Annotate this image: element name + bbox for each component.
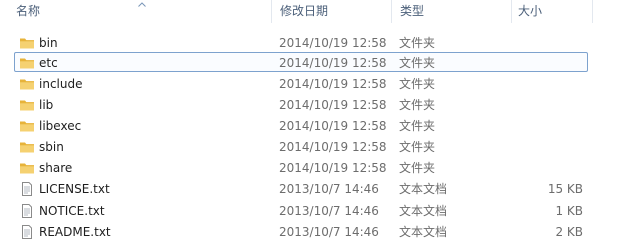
file-date: 2014/10/19 12:58 xyxy=(279,140,387,154)
file-date: 2013/10/7 14:46 xyxy=(279,225,379,239)
text-file-icon xyxy=(22,204,32,218)
file-name: include xyxy=(39,77,83,91)
file-name: README.txt xyxy=(39,225,111,239)
column-header-date[interactable]: 修改日期 xyxy=(280,0,328,23)
sort-ascending-icon xyxy=(138,2,146,7)
file-name: share xyxy=(39,161,73,175)
file-row[interactable]: LICENSE.txt 2013/10/7 14:46 文本文档 15 KB xyxy=(14,178,588,198)
column-header-name[interactable]: 名称 xyxy=(16,0,40,23)
file-type: 文本文档 xyxy=(399,204,448,218)
file-name: lib xyxy=(39,98,54,112)
column-header-type[interactable]: 类型 xyxy=(400,0,424,23)
folder-icon xyxy=(20,142,34,153)
file-date: 2014/10/19 12:58 xyxy=(279,119,387,133)
column-header-size[interactable]: 大小 xyxy=(518,0,542,23)
file-name: NOTICE.txt xyxy=(39,204,105,218)
file-date: 2014/10/19 12:58 xyxy=(279,77,387,91)
file-type: 文件夹 xyxy=(399,161,436,175)
file-name: etc xyxy=(39,56,58,70)
file-size: 2 KB xyxy=(555,225,583,239)
file-row[interactable]: include 2014/10/19 12:58 文件夹 xyxy=(14,73,588,93)
folder-icon xyxy=(20,38,34,49)
file-type: 文件夹 xyxy=(399,56,436,70)
file-type: 文本文档 xyxy=(399,182,448,196)
file-type: 文件夹 xyxy=(399,98,436,112)
column-divider[interactable] xyxy=(271,0,272,23)
file-type: 文件夹 xyxy=(399,140,436,154)
file-type: 文件夹 xyxy=(399,77,436,91)
text-file-icon xyxy=(22,225,32,239)
file-size: 1 KB xyxy=(555,204,583,218)
file-date: 2014/10/19 12:58 xyxy=(279,56,387,70)
file-type: 文件夹 xyxy=(399,36,436,50)
file-date: 2014/10/19 12:58 xyxy=(279,36,387,50)
file-row[interactable]: libexec 2014/10/19 12:58 文件夹 xyxy=(14,115,588,135)
file-row[interactable]: sbin 2014/10/19 12:58 文件夹 xyxy=(14,136,588,156)
column-divider[interactable] xyxy=(391,0,392,23)
file-row[interactable]: bin 2014/10/19 12:58 文件夹 xyxy=(14,32,588,52)
folder-icon xyxy=(20,79,34,90)
file-name: libexec xyxy=(39,119,82,133)
file-row[interactable]: NOTICE.txt 2013/10/7 14:46 文本文档 1 KB xyxy=(14,200,588,220)
file-date: 2014/10/19 12:58 xyxy=(279,98,387,112)
file-size: 15 KB xyxy=(547,182,583,196)
file-name: sbin xyxy=(39,140,64,154)
file-row[interactable]: etc 2014/10/19 12:58 文件夹 xyxy=(14,52,588,72)
file-date: 2013/10/7 14:46 xyxy=(279,182,379,196)
file-row[interactable]: lib 2014/10/19 12:58 文件夹 xyxy=(14,94,588,114)
folder-icon xyxy=(20,58,34,69)
file-name: LICENSE.txt xyxy=(39,182,110,196)
folder-icon xyxy=(20,163,34,174)
file-type: 文件夹 xyxy=(399,119,436,133)
column-header-bar: 名称 修改日期 类型 大小 xyxy=(0,0,638,23)
column-divider[interactable] xyxy=(511,0,512,23)
file-name: bin xyxy=(39,36,58,50)
file-row[interactable]: README.txt 2013/10/7 14:46 文本文档 2 KB xyxy=(14,221,588,241)
column-divider[interactable] xyxy=(592,0,593,23)
folder-icon xyxy=(20,100,34,111)
folder-icon xyxy=(20,121,34,132)
file-date: 2014/10/19 12:58 xyxy=(279,161,387,175)
file-date: 2013/10/7 14:46 xyxy=(279,204,379,218)
file-row[interactable]: share 2014/10/19 12:58 文件夹 xyxy=(14,157,588,177)
text-file-icon xyxy=(22,182,32,196)
file-type: 文本文档 xyxy=(399,225,448,239)
